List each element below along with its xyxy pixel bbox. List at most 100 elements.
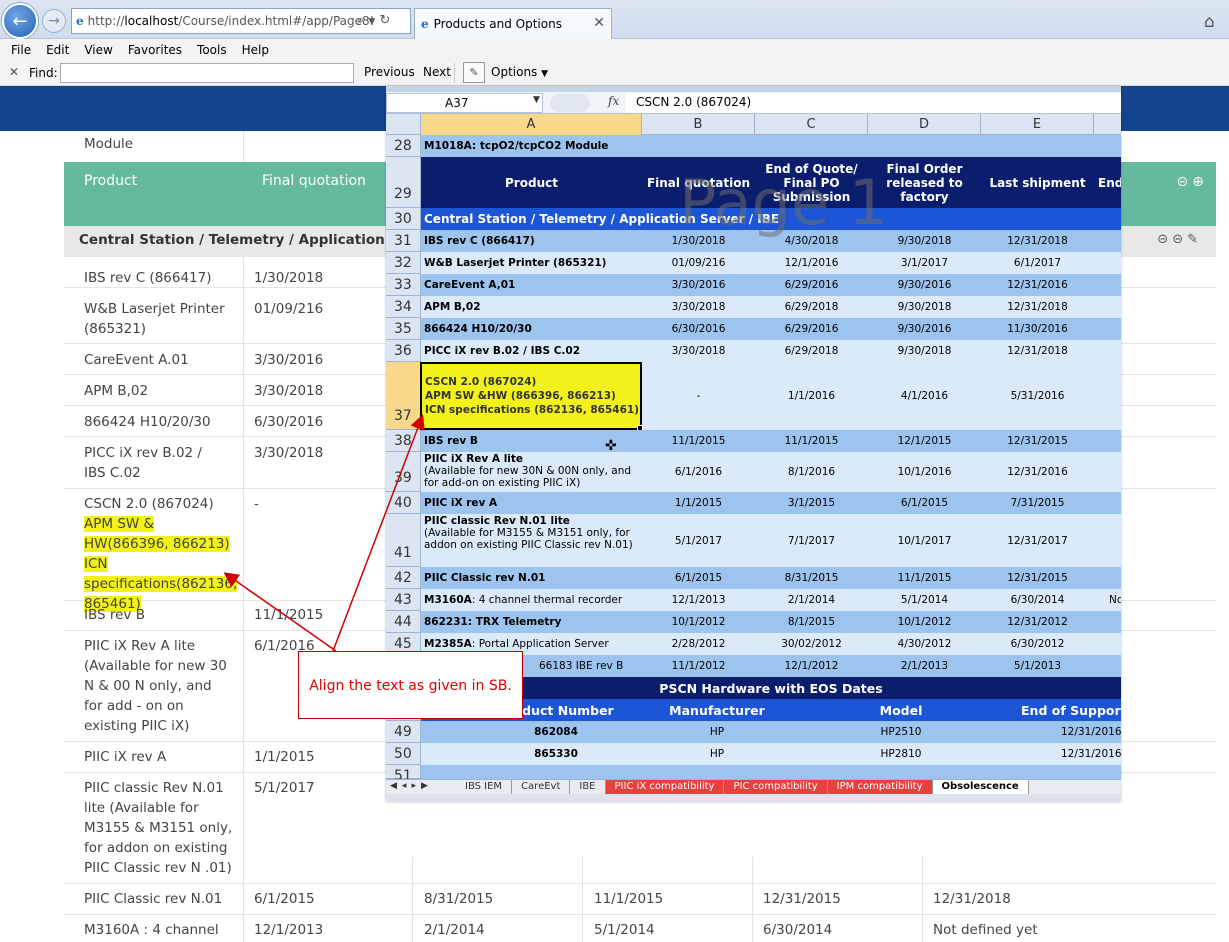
find-next-button[interactable]: Next (423, 65, 451, 79)
find-options-button[interactable]: Options ▼ (491, 65, 548, 79)
selected-cell-a37[interactable]: CSCN 2.0 (867024) APM SW &HW (866396, 86… (420, 362, 642, 430)
sheet-tab[interactable]: IBS IEM (456, 780, 513, 794)
end-of-quote-cell: 6/29/2018 (784, 301, 839, 313)
sheet-header-final-order: Final Order released to factory (886, 161, 963, 204)
product-name: PIIC classic Rev N.01 lite (424, 515, 570, 527)
final-quotation-cell: 1/1/2015 (254, 749, 315, 765)
sheet-row: PIIC classic Rev N.01 lite (Available for… (421, 514, 1121, 567)
tab-title: Products and Options (433, 17, 562, 31)
menu-view[interactable]: View (84, 43, 112, 57)
end-of-support-cell: Not defined yet (933, 922, 1038, 938)
product-cell: PIIC iX Rev A lite (Available for new 30… (84, 638, 227, 734)
collapse-icon[interactable]: ⊝ (1157, 232, 1172, 247)
sheet-row: M3160A : 4 channel thermal recorder 12/1… (421, 589, 1121, 611)
row-number: 32 (386, 252, 421, 274)
sheet-row: 865330 HP HP2810 12/31/2016 (421, 743, 1121, 765)
home-icon[interactable]: ⌂ (1204, 12, 1215, 32)
product-cell: IBS rev B (84, 607, 145, 623)
remove-icon[interactable]: ⊝ (1172, 232, 1187, 247)
row-number: 31 (386, 230, 421, 252)
sheet-row: 66183 IBE rev B 11/1/2012 12/1/2012 2/1/… (421, 655, 1121, 677)
sheet-tab[interactable]: PIC compatibility (724, 780, 828, 794)
final-order-cell: 10/1/2016 (897, 466, 952, 478)
product-desc: : Portal Application Server (471, 638, 609, 650)
row-number: 30 (386, 208, 421, 230)
final-quotation-cell: 1/1/2015 (674, 497, 723, 509)
pscn-header-manufacturer: Manufacturer (669, 702, 765, 718)
final-quotation-cell: 5/1/2017 (254, 780, 315, 796)
menu-help[interactable]: Help (242, 43, 269, 57)
pscn-model-cell: HP2810 (880, 748, 922, 760)
product-cell: M3160A : 4 channel thermal recorder (424, 589, 622, 611)
sheet-header-row: Product Final quotation End of Quote/ Fi… (421, 157, 1121, 208)
find-previous-button[interactable]: Previous (364, 65, 415, 79)
final-order-cell: 5/1/2014 (594, 922, 655, 938)
name-box[interactable]: A37 (386, 93, 543, 113)
sheet-row: APM B,02 3/30/2018 6/29/2018 9/30/2018 1… (421, 296, 1121, 318)
pscn-product-cell: 862084 (534, 726, 578, 738)
highlighted-text: APM SW & HW(866396, 866213) ICN specific… (84, 516, 238, 612)
browser-tab[interactable]: e Products and Options ✕ (414, 8, 612, 39)
sheet-tabs: ◀◂▸▶ IBS IEM CareEvt IBE PIIC iX compati… (386, 779, 1121, 794)
refresh-icon[interactable]: ↻ (379, 13, 390, 28)
menu-file[interactable]: File (11, 43, 31, 57)
pscn-title: PSCN Hardware with EOS Dates (659, 680, 883, 696)
browser-toolbar: ← → e http://localhost/Course/index.html… (0, 0, 1229, 39)
find-options-label: Options (491, 65, 538, 79)
formula-input[interactable]: CSCN 2.0 (867024) (626, 93, 1121, 113)
product-name: PIIC iX Rev A lite (424, 453, 524, 465)
cell-line: CSCN 2.0 (867024) (425, 376, 537, 388)
ie-page-icon: e (76, 14, 84, 28)
sheet-tab[interactable]: PIIC iX compatibility (605, 780, 725, 794)
collapse-icon[interactable]: ⊝ (1177, 174, 1193, 190)
address-tools: ⌕ ▼ ↻ (357, 13, 390, 28)
find-input[interactable] (60, 63, 354, 83)
back-button[interactable]: ← (2, 3, 38, 39)
final-order-cell: 2/1/2013 (900, 660, 949, 672)
sheet-row: PIIC iX Rev A lite (Available for new 30N… (421, 452, 1121, 492)
sheet-tab-active[interactable]: Obsolescence (932, 780, 1029, 794)
expand-icon[interactable]: ⊕ (1192, 174, 1208, 190)
end-of-quote-cell: 8/1/2016 (787, 466, 836, 478)
last-shipment-cell: 6/30/2012 (1010, 638, 1065, 650)
formula-bar-handle (550, 94, 590, 112)
product-note: (Available for new 30N & 00N only, and f… (424, 465, 632, 489)
forward-button[interactable]: → (42, 9, 66, 33)
menu-tools[interactable]: Tools (197, 43, 227, 57)
end-of-quote-cell: 12/1/2012 (784, 660, 839, 672)
final-order-cell: 10/1/2012 (897, 616, 952, 628)
sheet-row: IBS rev B 11/1/2015 11/1/2015 12/1/2015 … (421, 430, 1121, 452)
close-tab-icon[interactable]: ✕ (593, 15, 605, 31)
final-order-cell: 4/1/2016 (900, 390, 949, 402)
dropdown-icon[interactable]: ▼ (368, 17, 375, 27)
sheet-tab[interactable]: IPM compatibility (827, 780, 933, 794)
sheet-row (421, 765, 1121, 779)
pscn-manufacturer-cell: HP (709, 748, 725, 760)
menu-edit[interactable]: Edit (46, 43, 69, 57)
pscn-product-cell: 865330 (534, 748, 578, 760)
product-cell: CareEvent A,01 (424, 279, 516, 291)
last-shipment-cell: 5/1/2013 (1013, 660, 1062, 672)
last-shipment-cell: 11/30/2016 (1007, 323, 1068, 335)
close-find-icon[interactable]: ✕ (9, 65, 19, 79)
sheet-row: M1018A: tcpO2/tcpCO2 Module (421, 135, 1121, 157)
final-order-cell: 5/1/2014 (900, 594, 949, 606)
edit-icon[interactable]: ✎ (1187, 232, 1202, 247)
row-number: 33 (386, 274, 421, 296)
sheet-tab[interactable]: IBE (570, 780, 606, 794)
final-quotation-cell: 3/30/2016 (254, 352, 324, 368)
row-number: 39 (386, 452, 421, 492)
cursor-icon: ✜ (605, 438, 617, 454)
search-icon[interactable]: ⌕ (357, 13, 364, 28)
final-order-cell: 3/1/2017 (900, 257, 949, 269)
column-header-a: A (421, 114, 642, 135)
sheet-nav-icons[interactable]: ◀◂▸▶ (390, 781, 433, 791)
product-cell: 866424 H10/20/30 (84, 414, 211, 430)
chevron-down-icon: ▼ (533, 95, 540, 105)
menu-favorites[interactable]: Favorites (128, 43, 182, 57)
sheet-tab[interactable]: CareEvt (512, 780, 571, 794)
final-quotation-cell: 3/30/2018 (671, 345, 726, 357)
highlight-icon[interactable]: ✎ (463, 62, 485, 83)
final-quotation-cell: 6/1/2015 (674, 572, 723, 584)
address-path: /Course/index.html#/app/Page8! (178, 14, 375, 28)
